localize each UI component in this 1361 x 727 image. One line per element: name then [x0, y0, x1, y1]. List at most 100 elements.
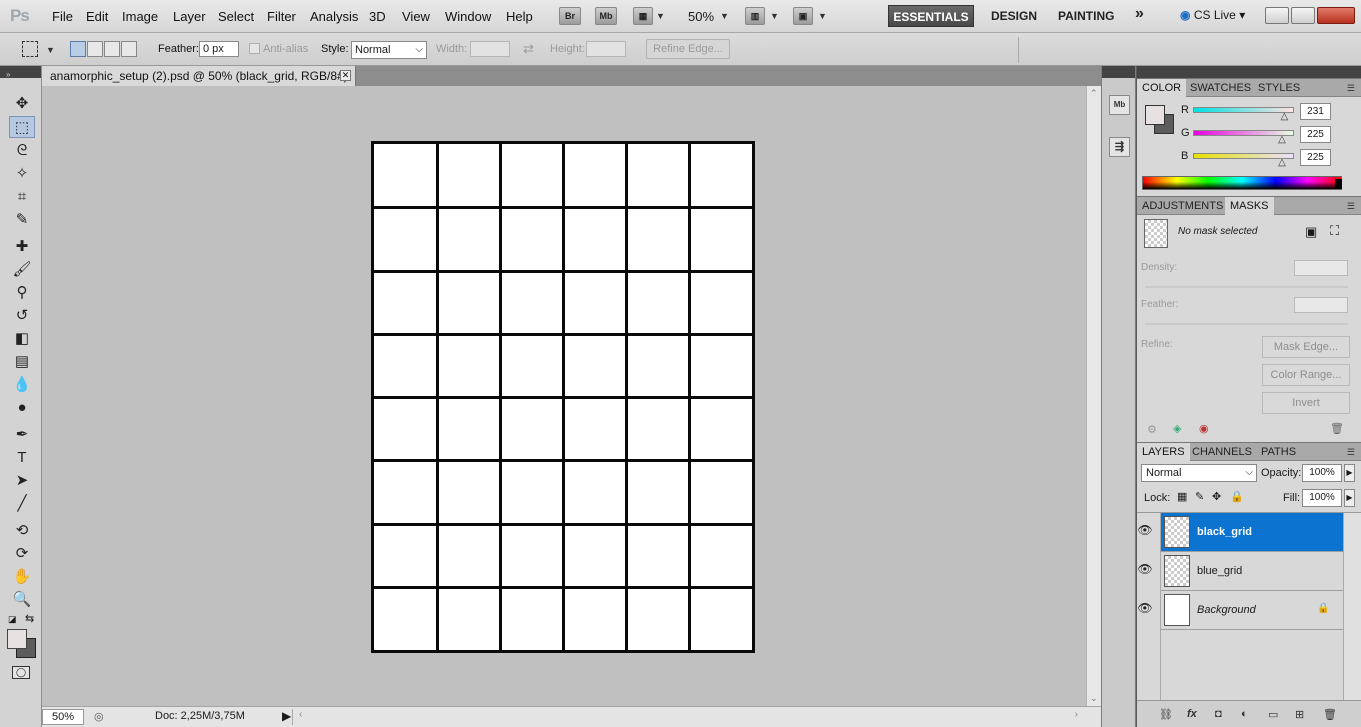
layers-panel-menu-icon[interactable]: ☰ [1347, 447, 1355, 458]
menu-file[interactable]: File [52, 9, 73, 24]
close-button[interactable] [1317, 7, 1355, 24]
eraser-tool-icon[interactable]: ◧ [9, 327, 35, 349]
arrange-documents-icon[interactable]: ▥ [745, 7, 765, 25]
spectrum-black-swatch[interactable] [1335, 179, 1342, 189]
3d-rotate-tool-icon[interactable]: ⟲ [9, 519, 35, 541]
marquee-preset-icon[interactable] [22, 41, 38, 57]
tab-color[interactable]: COLOR [1137, 79, 1187, 97]
mini-bridge-button[interactable]: Mb [595, 7, 617, 25]
eye-icon[interactable]: 👁 [1135, 562, 1155, 576]
opacity-input[interactable]: 100% [1302, 464, 1342, 482]
layer-row-blue-grid[interactable]: 👁 blue_grid [1137, 552, 1361, 591]
move-tool-icon[interactable]: ✥ [9, 92, 35, 114]
load-selection-icon[interactable]: ⚙ [1147, 423, 1157, 436]
tab-channels[interactable]: CHANNELS [1187, 443, 1257, 461]
scroll-right-icon[interactable]: › [1075, 709, 1078, 720]
quick-mask-icon[interactable]: ◯ [12, 666, 30, 679]
intersect-selection-button[interactable] [121, 41, 137, 57]
adjustment-layer-icon[interactable]: ◐ [1241, 708, 1248, 720]
scroll-down-icon[interactable]: ⌄ [1090, 693, 1098, 704]
masks-panel-menu-icon[interactable]: ☰ [1347, 201, 1355, 212]
b-slider-thumb[interactable]: △ [1278, 157, 1286, 168]
mask-feather-input[interactable] [1294, 297, 1348, 313]
eye-icon[interactable]: 👁 [1135, 523, 1155, 537]
foreground-color-swatch[interactable] [7, 629, 27, 649]
add-selection-button[interactable] [87, 41, 103, 57]
document-tab[interactable]: anamorphic_setup (2).psd @ 50% (black_gr… [42, 66, 356, 86]
width-input[interactable] [470, 41, 510, 57]
clone-stamp-tool-icon[interactable]: ⚲ [9, 281, 35, 303]
scroll-left-icon[interactable]: ‹ [299, 709, 302, 720]
menu-3d[interactable]: 3D [369, 9, 386, 24]
menu-filter[interactable]: Filter [267, 9, 296, 24]
extras-icon[interactable]: ▦ [633, 7, 653, 25]
fill-arrow-icon[interactable]: ▶ [1344, 489, 1355, 507]
history-panel-icon[interactable]: ⇶ [1109, 137, 1130, 157]
eye-icon[interactable]: 👁 [1135, 601, 1155, 615]
delete-layer-icon[interactable]: 🗑 [1323, 708, 1337, 721]
healing-brush-tool-icon[interactable]: ✚ [9, 235, 35, 257]
rectangular-marquee-tool-icon[interactable]: ⬚ [9, 116, 35, 138]
color-range-button[interactable]: Color Range... [1262, 364, 1350, 386]
tab-paths[interactable]: PATHS [1256, 443, 1301, 461]
history-brush-tool-icon[interactable]: ↺ [9, 304, 35, 326]
opacity-arrow-icon[interactable]: ▶ [1344, 464, 1355, 482]
menu-view[interactable]: View [402, 9, 430, 24]
close-tab-icon[interactable]: ✕ [340, 70, 351, 81]
status-menu-arrow-icon[interactable]: ▶ [282, 709, 291, 723]
b-value-input[interactable]: 225 [1300, 149, 1331, 166]
lasso-tool-icon[interactable]: ᘓ [9, 139, 35, 161]
anti-alias-checkbox[interactable] [249, 43, 260, 54]
cs-live-menu[interactable]: ◉ CS Live ▾ [1180, 8, 1245, 22]
scroll-up-icon[interactable]: ⌃ [1090, 88, 1098, 99]
mask-feather-slider[interactable] [1145, 323, 1348, 325]
bridge-button[interactable]: Br [559, 7, 581, 25]
dodge-tool-icon[interactable]: ● [9, 396, 35, 418]
layer-style-icon[interactable]: fx [1187, 708, 1197, 720]
quick-selection-tool-icon[interactable]: ✧ [9, 162, 35, 184]
layers-scrollbar[interactable] [1343, 513, 1361, 701]
line-tool-icon[interactable]: ╱ [9, 492, 35, 514]
status-zoom-field[interactable]: 50% [42, 709, 84, 725]
subtract-selection-button[interactable] [104, 41, 120, 57]
tools-panel-header[interactable]: » [0, 66, 41, 79]
density-input[interactable] [1294, 260, 1348, 276]
arrange-caret-icon[interactable]: ▼ [770, 11, 779, 21]
3d-orbit-tool-icon[interactable]: ⟳ [9, 542, 35, 564]
new-selection-button[interactable] [70, 41, 86, 57]
preset-caret-icon[interactable]: ▼ [46, 45, 55, 55]
feather-input[interactable]: 0 px [199, 41, 239, 57]
extras-caret-icon[interactable]: ▼ [656, 11, 665, 21]
status-info-icon[interactable]: ◎ [94, 710, 104, 723]
swap-colors-icon[interactable]: ⇆ [25, 612, 34, 625]
tab-layers[interactable]: LAYERS [1137, 443, 1190, 461]
tab-masks[interactable]: MASKS [1225, 197, 1274, 215]
g-slider-thumb[interactable]: △ [1278, 134, 1286, 145]
crop-tool-icon[interactable]: ⌗ [9, 185, 35, 207]
menu-help[interactable]: Help [506, 9, 533, 24]
workspace-painting[interactable]: PAINTING [1058, 9, 1114, 23]
color-spectrum-ramp[interactable] [1142, 176, 1342, 190]
mini-bridge-panel-icon[interactable]: Mb [1109, 95, 1130, 115]
maximize-button[interactable] [1291, 7, 1315, 24]
pixel-mask-icon[interactable]: ▣ [1305, 224, 1317, 240]
panels-header[interactable] [1137, 66, 1361, 78]
lock-pixels-icon[interactable]: ✎ [1195, 490, 1204, 503]
r-slider-thumb[interactable]: △ [1281, 111, 1289, 122]
workspace-overflow-icon[interactable]: » [1135, 5, 1144, 23]
tab-adjustments[interactable]: ADJUSTMENTS [1137, 197, 1228, 215]
style-select[interactable]: Normal ⌵ [351, 41, 427, 59]
workspace-essentials[interactable]: ESSENTIALS [888, 5, 974, 27]
lock-all-icon[interactable]: 🔒 [1230, 490, 1244, 503]
mask-edge-button[interactable]: Mask Edge... [1262, 336, 1350, 358]
blur-tool-icon[interactable]: 💧 [9, 373, 35, 395]
collapse-icon[interactable]: » [0, 70, 10, 79]
new-layer-icon[interactable]: ⊞ [1295, 708, 1304, 721]
layer-row-background[interactable]: 👁 Background 🔒 [1137, 591, 1361, 630]
menu-window[interactable]: Window [445, 9, 491, 24]
lock-transparency-icon[interactable]: ▦ [1177, 490, 1187, 503]
screen-mode-icon[interactable]: ▣ [793, 7, 813, 25]
r-slider[interactable] [1193, 107, 1294, 113]
g-value-input[interactable]: 225 [1300, 126, 1331, 143]
link-layers-icon[interactable]: ⛓ [1159, 708, 1173, 721]
